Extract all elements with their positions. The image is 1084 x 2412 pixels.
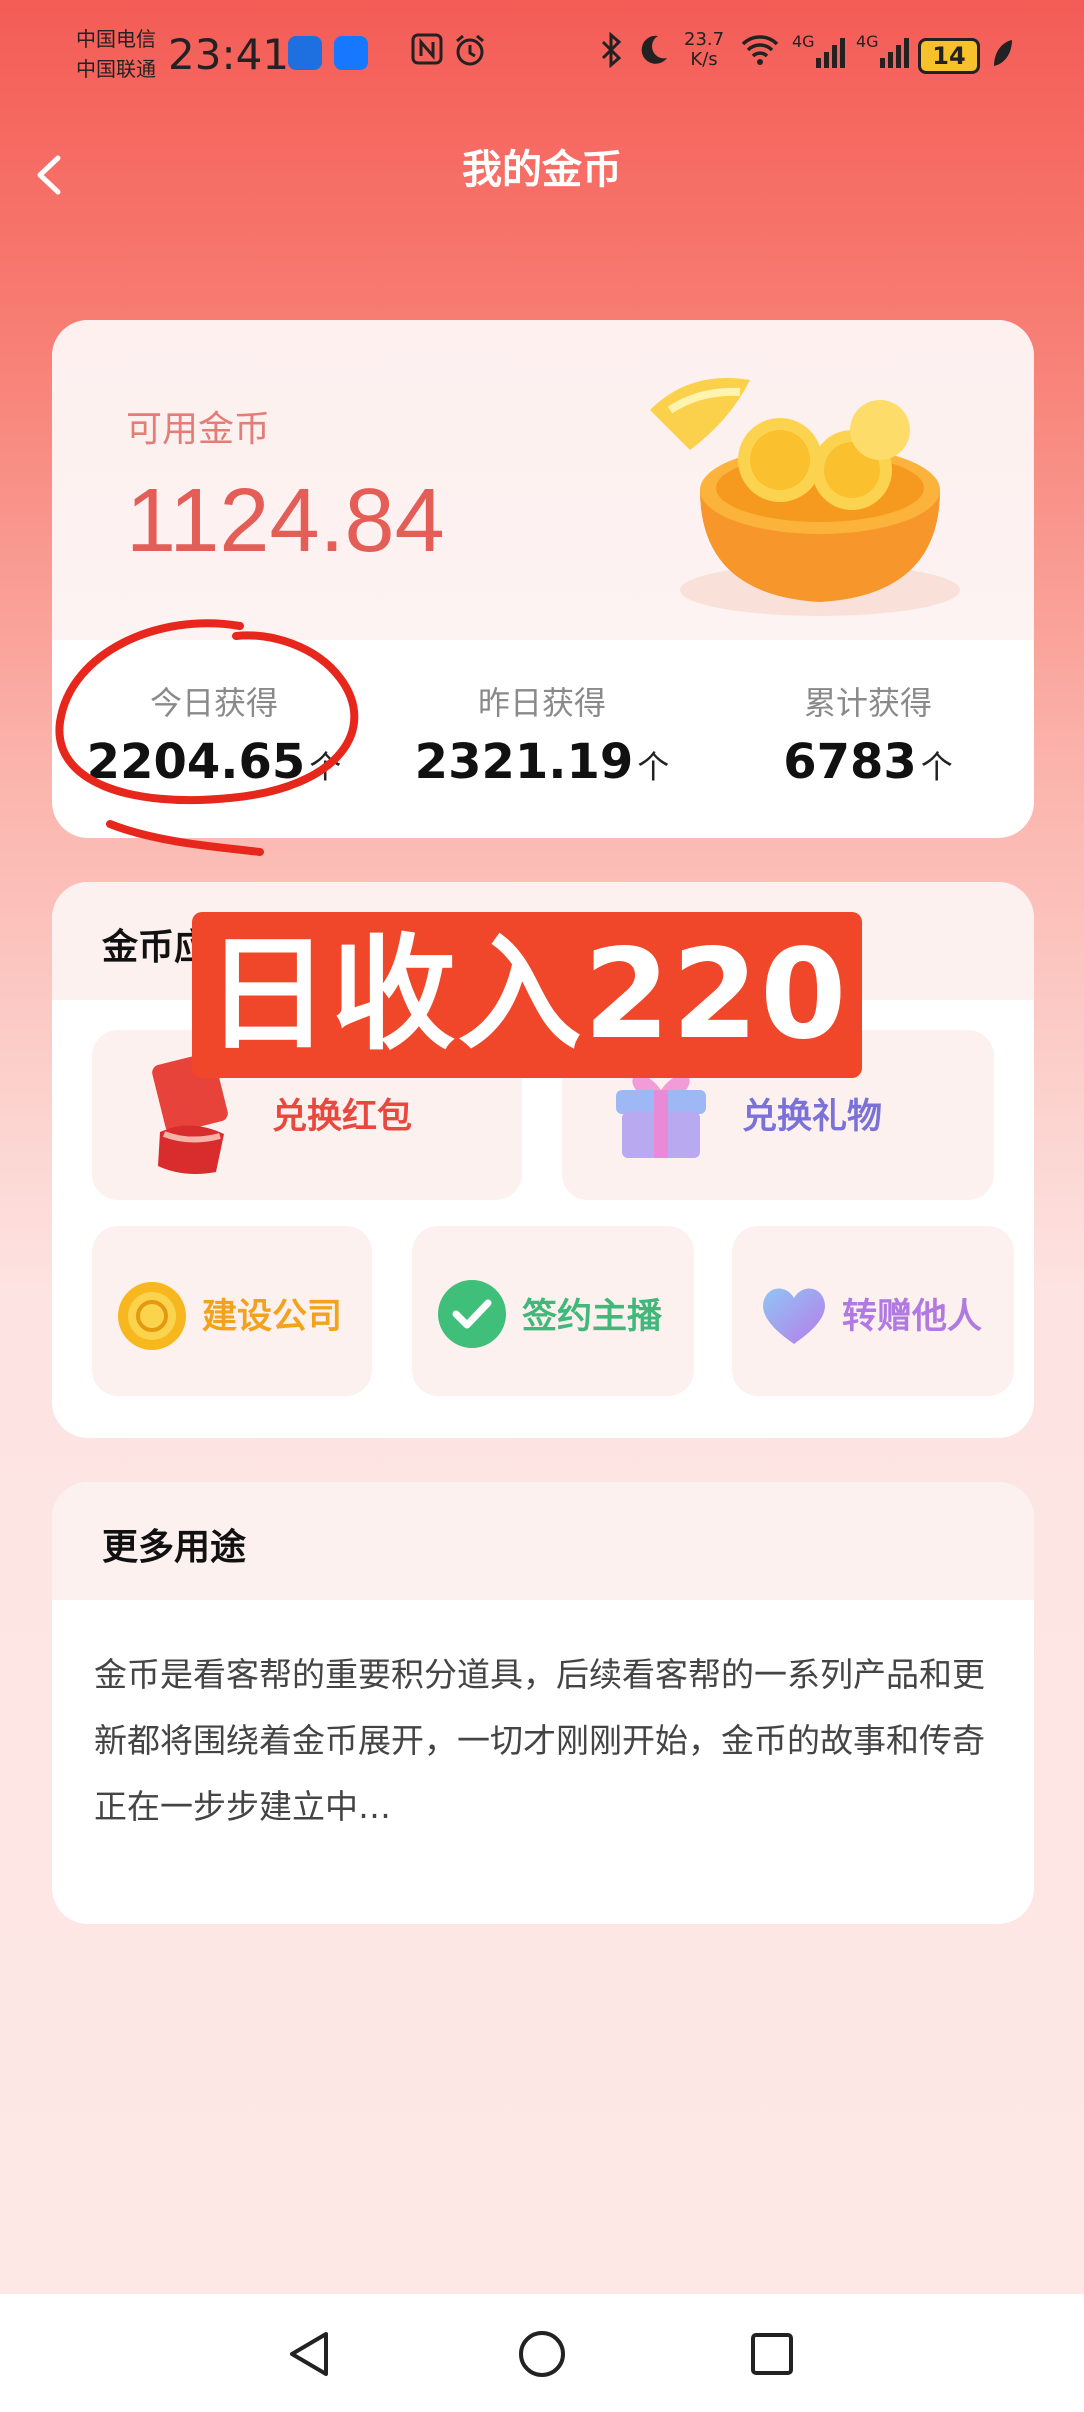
available-coins-amount: 1124.84 (126, 471, 445, 571)
wifi-icon (740, 32, 780, 74)
check-circle-icon (438, 1280, 506, 1348)
gift-to-others-button[interactable]: 转赠他人 (732, 1226, 1014, 1396)
nav-home-icon[interactable] (516, 2328, 568, 2380)
moon-icon (636, 32, 670, 74)
network-speed: 23.7 K/s (684, 29, 725, 70)
app-label: 兑换礼物 (742, 1097, 883, 1137)
system-navigation-bar (0, 2294, 1084, 2412)
app-label: 签约主播 (522, 1297, 663, 1337)
stat-label: 累计获得 (803, 684, 932, 722)
stat-yesterday: 昨日获得 2321.19 个 (382, 678, 702, 790)
build-company-button[interactable]: 建设公司 (92, 1226, 372, 1396)
leaf-icon (990, 38, 1014, 76)
signal-icon-1: 4G (792, 32, 852, 76)
section-title: 更多用途 (102, 1527, 247, 1568)
heart-icon (763, 1288, 825, 1344)
stat-label: 昨日获得 (477, 684, 606, 722)
alipay-icon (334, 36, 368, 70)
alarm-icon (452, 32, 488, 76)
stat-total: 累计获得 6783 个 (708, 678, 1028, 790)
app-label: 建设公司 (202, 1297, 343, 1337)
stat-unit: 个 (637, 748, 670, 786)
nav-back-icon[interactable] (284, 2328, 334, 2380)
app-label: 兑换红包 (272, 1097, 413, 1137)
carrier-2: 中国联通 (76, 57, 156, 81)
status-time: 23:41 (168, 30, 290, 79)
description-text: 金币是看客帮的重要积分道具，后续看客帮的一系列产品和更新都将围绕着金币展开，一切… (94, 1655, 985, 1826)
battery-indicator: 14 (918, 38, 980, 74)
available-coins-label: 可用金币 (126, 409, 271, 450)
daily-income-banner: 日收入220 (192, 912, 862, 1078)
app-label: 转赠他人 (842, 1297, 983, 1337)
page-title: 我的金币 (462, 147, 622, 193)
carrier-info: 中国电信 中国联通 (76, 24, 156, 84)
stat-value: 2321.19 (414, 734, 634, 790)
coin-treasure-icon (630, 340, 970, 634)
gold-coin-icon (118, 1282, 186, 1350)
stat-unit: 个 (920, 748, 953, 786)
signal-icon-2: 4G (856, 32, 916, 76)
nfc-icon (410, 32, 444, 74)
app-notification-icon (288, 36, 322, 70)
stat-value: 6783 (783, 734, 917, 790)
bluetooth-icon (600, 31, 622, 76)
red-circle-annotation (40, 612, 380, 876)
sign-streamer-button[interactable]: 签约主播 (412, 1226, 694, 1396)
carrier-1: 中国电信 (76, 27, 156, 51)
more-uses-card: 更多用途 金币是看客帮的重要积分道具，后续看客帮的一系列产品和更新都将围绕着金币… (52, 1482, 1034, 1924)
nav-recents-icon[interactable] (748, 2330, 796, 2378)
